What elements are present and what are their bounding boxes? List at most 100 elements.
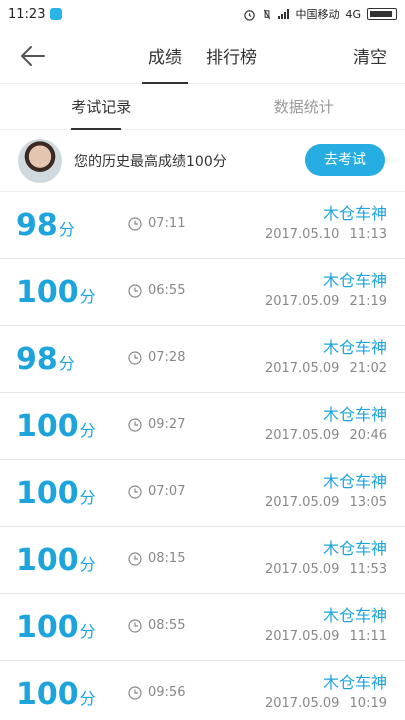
network-label: 4G: [345, 7, 361, 21]
clock-icon: [128, 417, 142, 432]
duration: 07:11: [128, 216, 185, 231]
clock-icon: [128, 350, 142, 365]
clock-icon: [128, 283, 142, 298]
exam-datetime: 2017.05.09 11:11: [265, 629, 387, 644]
score: 100 分: [16, 543, 96, 578]
score-value: 100: [16, 275, 79, 310]
record-row[interactable]: 100 分 06:55 木仓车神 2017.05.09 21:19: [0, 259, 405, 326]
nav-tabs: 成绩 排行榜: [0, 28, 405, 84]
exam-datetime: 2017.05.09 20:46: [265, 428, 387, 443]
tab-scores[interactable]: 成绩: [142, 28, 188, 84]
avatar: [18, 138, 62, 183]
score-unit: 分: [79, 622, 96, 641]
duration: 06:55: [128, 283, 185, 298]
clear-button[interactable]: 清空: [353, 43, 387, 68]
mute-icon: [264, 9, 271, 19]
record-row[interactable]: 98 分 07:28 木仓车神 2017.05.09 21:02: [0, 326, 405, 393]
duration: 08:55: [128, 618, 185, 633]
clock-icon: [128, 618, 142, 633]
user-name: 木仓车神: [322, 606, 387, 625]
score: 100 分: [16, 275, 96, 310]
status-time: 11:23: [8, 6, 46, 22]
score: 98 分: [16, 208, 75, 243]
clock-icon: [128, 685, 142, 700]
exam-time: 11:13: [349, 227, 387, 242]
exam-time: 20:46: [349, 428, 387, 443]
record-row[interactable]: 98 分 07:11 木仓车神 2017.05.10 11:13: [0, 192, 405, 259]
duration: 07:07: [128, 484, 185, 499]
record-row[interactable]: 100 分 07:07 木仓车神 2017.05.09 13:05: [0, 460, 405, 527]
take-exam-button[interactable]: 去考试: [305, 144, 385, 176]
exam-datetime: 2017.05.09 10:19: [265, 696, 387, 711]
status-left: 11:23: [8, 6, 63, 22]
record-row[interactable]: 100 分 09:27 木仓车神 2017.05.09 20:46: [0, 393, 405, 460]
exam-datetime: 2017.05.10 11:13: [265, 227, 387, 242]
score-value: 100: [16, 677, 79, 712]
exam-date: 2017.05.09: [264, 495, 340, 510]
user-name: 木仓车神: [322, 673, 387, 692]
score-unit: 分: [79, 689, 96, 708]
exam-time: 21:19: [349, 294, 387, 309]
exam-time: 10:19: [349, 696, 387, 711]
exam-date: 2017.05.09: [264, 428, 340, 443]
user-name: 木仓车神: [322, 472, 387, 491]
status-bar: 11:23 中国移动 4G: [0, 0, 405, 28]
record-row[interactable]: 100 分 08:15 木仓车神 2017.05.09 11:53: [0, 527, 405, 594]
nav-bar: 成绩 排行榜 清空: [0, 28, 405, 84]
sub-tabs: 考试记录 数据统计: [0, 84, 405, 130]
duration: 07:28: [128, 350, 185, 365]
score-value: 98: [16, 342, 58, 377]
exam-date: 2017.05.09: [264, 562, 340, 577]
score-value: 100: [16, 409, 79, 444]
score: 100 分: [16, 409, 96, 444]
user-name: 木仓车神: [322, 405, 387, 424]
duration-value: 08:55: [148, 618, 186, 633]
score-value: 100: [16, 610, 79, 645]
tab-data-statistics[interactable]: 数据统计: [203, 84, 405, 129]
user-name: 木仓车神: [322, 204, 387, 223]
score-unit: 分: [58, 220, 75, 239]
signal-icon: [278, 9, 290, 19]
duration-value: 06:55: [148, 283, 186, 298]
score: 100 分: [16, 677, 96, 712]
score-unit: 分: [79, 488, 96, 507]
duration-value: 07:28: [148, 350, 186, 365]
duration-value: 07:11: [148, 216, 186, 231]
clock-icon: [128, 216, 142, 231]
record-list: 98 分 07:11 木仓车神 2017.05.10 11:13 100 分 0…: [0, 192, 405, 720]
user-name: 木仓车神: [322, 271, 387, 290]
score-value: 100: [16, 476, 79, 511]
duration-value: 09:27: [148, 417, 186, 432]
duration-value: 08:15: [148, 551, 186, 566]
score-unit: 分: [79, 421, 96, 440]
score: 100 分: [16, 610, 96, 645]
status-right: 中国移动 4G: [243, 6, 397, 22]
tab-ranking[interactable]: 排行榜: [206, 28, 257, 84]
exam-datetime: 2017.05.09 21:02: [265, 361, 387, 376]
duration-value: 07:07: [148, 484, 186, 499]
best-score-text: 您的历史最高成绩100分: [74, 153, 227, 170]
exam-date: 2017.05.09: [264, 361, 340, 376]
exam-date: 2017.05.09: [264, 696, 340, 711]
record-row[interactable]: 100 分 08:55 木仓车神 2017.05.09 11:11: [0, 594, 405, 661]
best-score-banner: 您的历史最高成绩100分 去考试: [0, 130, 405, 192]
user-name: 木仓车神: [322, 338, 387, 357]
duration-value: 09:56: [148, 685, 186, 700]
exam-time: 21:02: [349, 361, 387, 376]
app-notification-icon: [50, 8, 63, 20]
exam-date: 2017.05.10: [264, 227, 340, 242]
exam-time: 11:11: [349, 629, 387, 644]
score: 100 分: [16, 476, 96, 511]
carrier-label: 中国移动: [295, 8, 340, 21]
tab-exam-records[interactable]: 考试记录: [0, 84, 203, 130]
score-value: 98: [16, 208, 58, 243]
score-unit: 分: [79, 555, 96, 574]
exam-time: 11:53: [349, 562, 387, 577]
score: 98 分: [16, 342, 75, 377]
score-unit: 分: [79, 287, 96, 306]
duration: 09:27: [128, 417, 185, 432]
record-row[interactable]: 100 分 09:56 木仓车神 2017.05.09 10:19: [0, 661, 405, 720]
user-name: 木仓车神: [322, 539, 387, 558]
duration: 08:15: [128, 551, 185, 566]
exam-date: 2017.05.09: [264, 294, 340, 309]
